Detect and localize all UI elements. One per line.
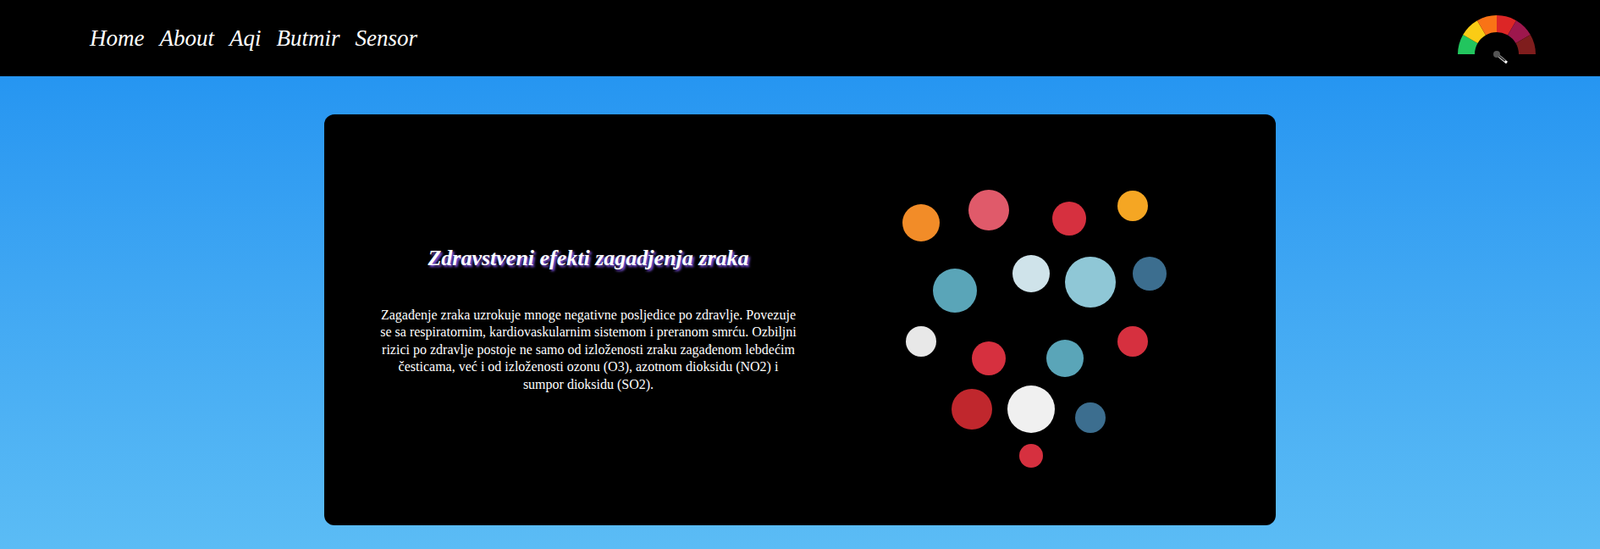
card-title: Zdravstveni efekti zagadjenja zraka: [427, 246, 749, 270]
info-card: Zdravstveni efekti zagadjenja zraka Zagađ…: [324, 114, 1276, 525]
nav-link[interactable]: Butmir: [275, 22, 340, 54]
card-text: Zdravstveni efekti zagadjenja zraka Zagađ…: [324, 246, 824, 394]
card-image: [823, 171, 1276, 469]
card-text-body: Zagađenje zraka uzrokuje mnoge negativne…: [376, 306, 800, 394]
nav-link[interactable]: About: [159, 22, 215, 54]
aqi-gauge-icon: [1456, 11, 1538, 65]
nav-link[interactable]: Home: [89, 22, 144, 54]
nav-link[interactable]: Sensor: [355, 22, 419, 54]
nav-link[interactable]: Aqi: [229, 22, 262, 54]
page: Home About Aqi Butmir Sensor Zdravstveni efek…: [0, 0, 1600, 549]
top-nav: Home About Aqi Butmir Sensor: [0, 0, 1600, 77]
medical-heart-icon: [861, 171, 1204, 469]
nav-links: Home About Aqi Butmir Sensor: [89, 22, 418, 54]
main: Zdravstveni efekti zagadjenja zraka Zagađ…: [0, 76, 1600, 525]
